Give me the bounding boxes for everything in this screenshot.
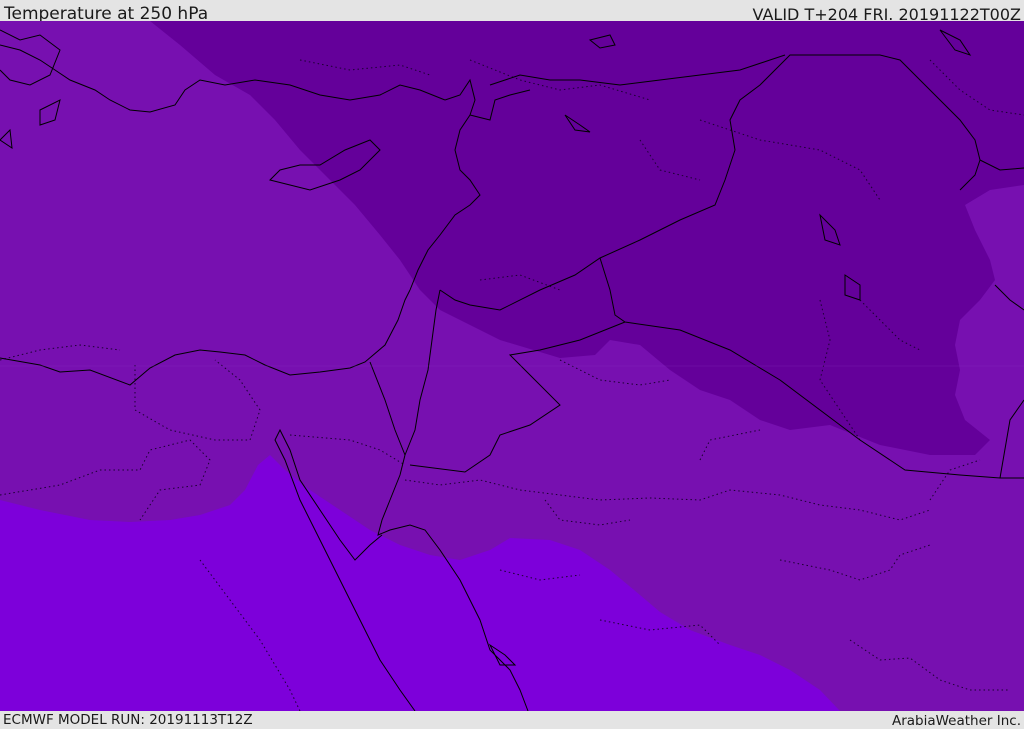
temperature-map: [0, 21, 1024, 711]
credit-label: ArabiaWeather Inc.: [891, 713, 1021, 729]
footer-bar: ECMWF MODEL RUN: 20191113T12Z ArabiaWeat…: [0, 711, 1024, 729]
header-bar: Temperature at 250 hPa VALID T+204 FRI. …: [0, 0, 1024, 24]
model-run-label: ECMWF MODEL RUN: 20191113T12Z: [3, 712, 253, 728]
